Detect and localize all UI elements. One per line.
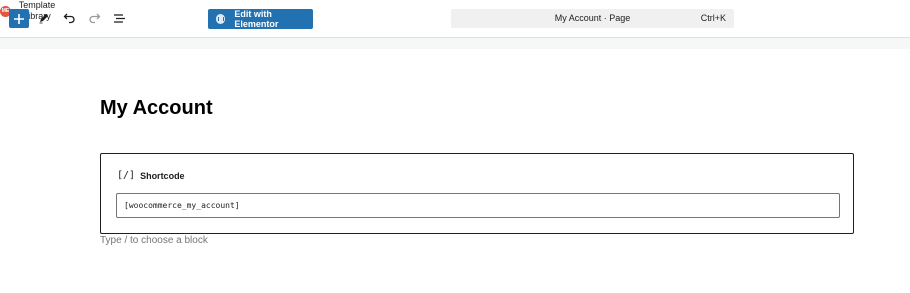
redo-button[interactable] — [84, 8, 104, 28]
page-title[interactable]: My Account — [100, 95, 213, 121]
editor-canvas-top-strip — [0, 38, 910, 49]
shortcode-block[interactable]: [/] Shortcode [woocommerce_my_account] — [100, 153, 854, 234]
undo-icon — [63, 12, 76, 24]
tools-button[interactable] — [34, 8, 54, 28]
list-view-icon — [113, 13, 126, 24]
elementor-icon — [216, 14, 226, 24]
block-inserter-button[interactable] — [9, 9, 29, 28]
command-palette-bar[interactable]: My Account · Page Ctrl+K — [451, 9, 734, 28]
pencil-icon — [38, 12, 50, 24]
shortcode-block-label: Shortcode — [140, 170, 185, 181]
edit-with-elementor-label: Edit with Elementor — [234, 9, 279, 29]
undo-button[interactable] — [59, 8, 79, 28]
shortcode-block-header: [/] Shortcode — [117, 170, 185, 181]
plus-icon — [13, 13, 25, 25]
redo-icon — [88, 12, 101, 24]
list-view-button[interactable] — [109, 8, 129, 28]
command-shortcut-hint: Ctrl+K — [700, 13, 726, 23]
block-appender-placeholder[interactable]: Type / to choose a block — [100, 235, 208, 246]
shortcode-input[interactable]: [woocommerce_my_account] — [116, 193, 840, 218]
shortcode-icon: [/] — [117, 170, 136, 181]
edit-with-elementor-button[interactable]: Edit with Elementor — [208, 9, 313, 29]
document-title: My Account · Page — [554, 13, 631, 23]
editor-toolbar: ME Template Library Edit with Elementor … — [0, 0, 910, 38]
